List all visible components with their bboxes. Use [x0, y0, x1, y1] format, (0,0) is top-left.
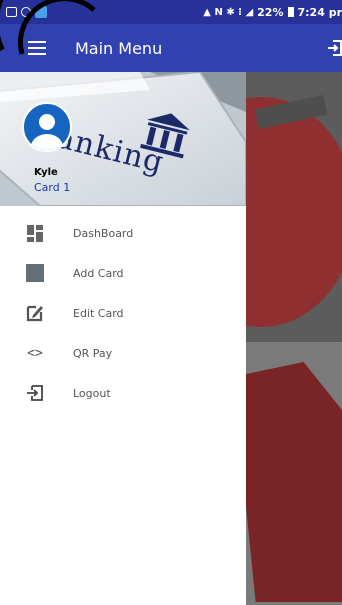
hamburger-menu-icon[interactable]	[28, 41, 46, 55]
code-icon: <>	[27, 345, 43, 361]
sync-notification-icon	[21, 7, 31, 17]
user-name: Kyle	[34, 167, 58, 178]
menu-item-label: Edit Card	[73, 306, 124, 320]
signal-icons: ▲ N ✱ ⁝ ◢	[203, 6, 254, 18]
status-notification-icons	[6, 6, 47, 18]
clock: 7:24 pr	[297, 5, 342, 19]
menu-item-qr-pay[interactable]: <> QR Pay	[0, 333, 246, 373]
avatar[interactable]	[22, 102, 72, 152]
dashboard-icon	[26, 224, 44, 242]
background-logo-circle	[246, 97, 342, 327]
status-bar: ▲ N ✱ ⁝ ◢ 22% 7:24 pr	[0, 0, 342, 24]
background-content	[246, 72, 342, 605]
menu-item-label: QR Pay	[73, 346, 113, 360]
exit-icon[interactable]	[328, 40, 342, 56]
image-notification-icon	[6, 7, 17, 17]
menu-item-label: DashBoard	[73, 226, 134, 240]
app-notification-icon	[35, 6, 47, 18]
menu-item-edit-card[interactable]: Edit Card	[0, 293, 246, 333]
edit-icon	[26, 304, 44, 322]
menu-item-label: Add Card	[73, 266, 124, 280]
page-title: Main Menu	[75, 38, 163, 58]
background-mascot-shape	[246, 362, 342, 602]
user-card-label: Card 1	[34, 181, 71, 194]
drawer-header: -Banking Kyle Card 1	[0, 72, 246, 206]
battery-percent: 22%	[257, 5, 284, 19]
add-card-icon	[26, 264, 44, 282]
drawer-menu: DashBoard Add Card Edit Card <> QR Pay L…	[0, 213, 246, 413]
menu-item-add-card[interactable]: Add Card	[0, 253, 246, 293]
menu-item-label: Logout	[73, 386, 111, 400]
logout-icon	[26, 384, 44, 402]
menu-item-dashboard[interactable]: DashBoard	[0, 213, 246, 253]
menu-item-logout[interactable]: Logout	[0, 373, 246, 413]
navigation-drawer: -Banking Kyle Card 1 DashBoard Add Card …	[0, 72, 246, 605]
app-bar: Main Menu	[0, 24, 342, 72]
battery-icon	[287, 7, 294, 17]
status-system-icons: ▲ N ✱ ⁝ ◢ 22% 7:24 pr	[203, 6, 342, 19]
